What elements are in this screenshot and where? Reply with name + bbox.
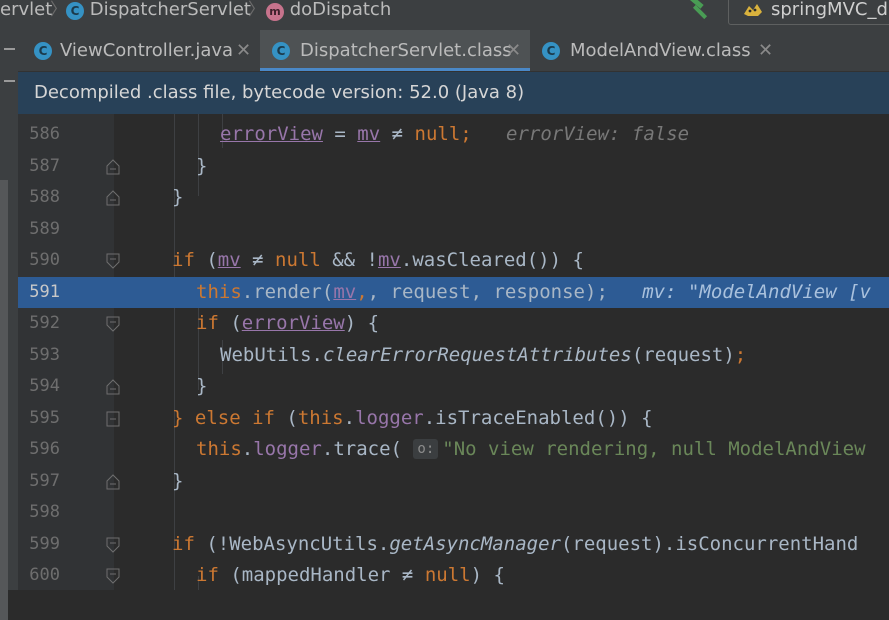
run-configuration-selector[interactable]: springMVC_d [728,0,889,25]
breadcrumb-separator: 〉 [50,0,67,20]
breadcrumb-item-servlet[interactable]: ervlet [0,0,52,21]
fold-end-icon[interactable] [106,158,120,175]
code-line[interactable]: 587 } [18,151,889,183]
debug-inline-value: errorView: false [506,123,690,145]
tab-dispatcherservlet-class[interactable]: C DispatcherServlet.class ✕ [260,30,530,71]
line-number: 595 [29,407,60,428]
code-line[interactable]: 593 WebUtils.clearErrorRequestAttributes… [18,340,889,372]
breadcrumb-item-dispatcherservlet[interactable]: C DispatcherServlet [66,0,251,21]
close-icon[interactable]: ✕ [506,30,521,71]
strip-mark [4,48,15,50]
close-icon[interactable]: ✕ [236,30,251,71]
scroll-indicator[interactable] [0,180,8,620]
fold-start-icon[interactable] [106,568,120,584]
breadcrumb-item-dodispatch[interactable]: m doDispatch [266,0,391,21]
line-number: 594 [29,376,60,396]
decompiled-notice-text: Decompiled .class file, bytecode version… [34,82,525,103]
fold-end-icon[interactable] [106,473,120,490]
code-line[interactable]: 594 } [18,371,889,403]
line-number: 592 [29,313,60,333]
breadcrumb: ervlet 〉 C DispatcherServlet 〉 m doDispa… [0,0,889,30]
code-text: if (mv ≠ null && !mv.wasCleared()) { [172,249,584,271]
build-hammer-icon[interactable] [686,0,712,22]
line-number: 600 [29,565,60,585]
code-line[interactable]: 590 if (mv ≠ null && !mv.wasCleared()) { [18,245,889,277]
parameter-hint: o: [413,439,439,459]
tab-label: ModelAndView.class [570,40,751,61]
tab-viewcontroller-java[interactable]: C ViewController.java ✕ [24,30,260,71]
code-text: } [196,375,208,397]
fold-start-icon[interactable] [106,253,120,269]
code-text: if (errorView) { [196,312,380,334]
breadcrumb-label: doDispatch [289,0,392,20]
code-line[interactable]: 596 this.logger.trace( o: "No view render… [18,434,889,466]
line-number: 599 [29,533,60,554]
fold-end-icon[interactable] [106,190,120,206]
fold-toggle-icon[interactable] [106,411,120,427]
code-line[interactable]: 588 } [18,182,889,214]
code-text: WebUtils.clearErrorRequestAttributes(req… [220,343,747,366]
tab-label: ViewController.java [60,40,234,61]
line-number: 591 [29,281,60,302]
breadcrumb-label: DispatcherServlet [89,0,251,20]
code-text: } [172,186,184,208]
line-number: 587 [29,155,60,176]
code-line[interactable]: 586 errorView = mv ≠ null; errorView: fa… [18,119,889,151]
line-number: 598 [29,502,60,522]
line-number: 593 [29,344,60,365]
code-text: errorView = mv ≠ null; errorView: false [220,123,690,145]
code-text: if (mappedHandler ≠ null) { [196,564,505,586]
tomcat-icon [744,4,762,16]
line-number: 589 [29,218,60,239]
code-line[interactable]: 589 [18,214,889,246]
line-number: 596 [29,439,60,459]
code-text: } [196,154,208,177]
code-line[interactable]: 600 if (mappedHandler ≠ null) { [18,560,889,592]
strip-mark [4,80,15,82]
left-tool-strip [0,30,18,620]
code-text: } else if (this.logger.isTraceEnabled())… [172,406,653,429]
code-line[interactable]: 598 [18,497,889,529]
close-icon[interactable]: ✕ [758,30,773,71]
tab-label: DispatcherServlet.class [300,40,512,61]
breadcrumb-separator: 〉 [248,0,265,20]
code-text: } [172,469,184,492]
method-icon: m [266,3,284,21]
code-text: this.render(mv,, request, response); mv:… [196,280,871,303]
code-line-current-execution[interactable]: 591 this.render(mv,, request, response);… [18,276,889,308]
editor-tab-bar: C ViewController.java ✕ C DispatcherServ… [0,30,889,72]
run-config-label: springMVC_d [771,0,888,20]
code-editor[interactable]: 586 errorView = mv ≠ null; errorView: fa… [18,114,889,590]
class-icon: C [542,42,560,60]
code-line[interactable]: 599 if (!WebAsyncUtils.getAsyncManager(r… [18,529,889,561]
class-icon: C [34,42,52,60]
fold-start-icon[interactable] [106,537,120,553]
line-number: 586 [29,124,60,144]
code-text: this.logger.trace( o: "No view rendering,… [196,438,866,460]
tab-modelandview-class[interactable]: C ModelAndView.class ✕ [530,30,780,71]
class-icon: C [66,2,84,20]
line-number: 588 [29,187,60,207]
debug-inline-value: mv: "ModelAndView [v [642,280,871,303]
code-line[interactable]: 597 } [18,466,889,498]
code-text: if (!WebAsyncUtils.getAsyncManager(reque… [172,532,859,555]
code-line[interactable]: 592 if (errorView) { [18,308,889,340]
fold-start-icon[interactable] [106,316,120,332]
class-icon: C [272,42,290,60]
code-line[interactable]: 595 } else if (this.logger.isTraceEnable… [18,403,889,435]
decompiled-notice-banner: Decompiled .class file, bytecode version… [18,72,889,114]
line-number: 597 [29,470,60,491]
line-number: 590 [29,250,60,270]
fold-end-icon[interactable] [106,379,120,395]
